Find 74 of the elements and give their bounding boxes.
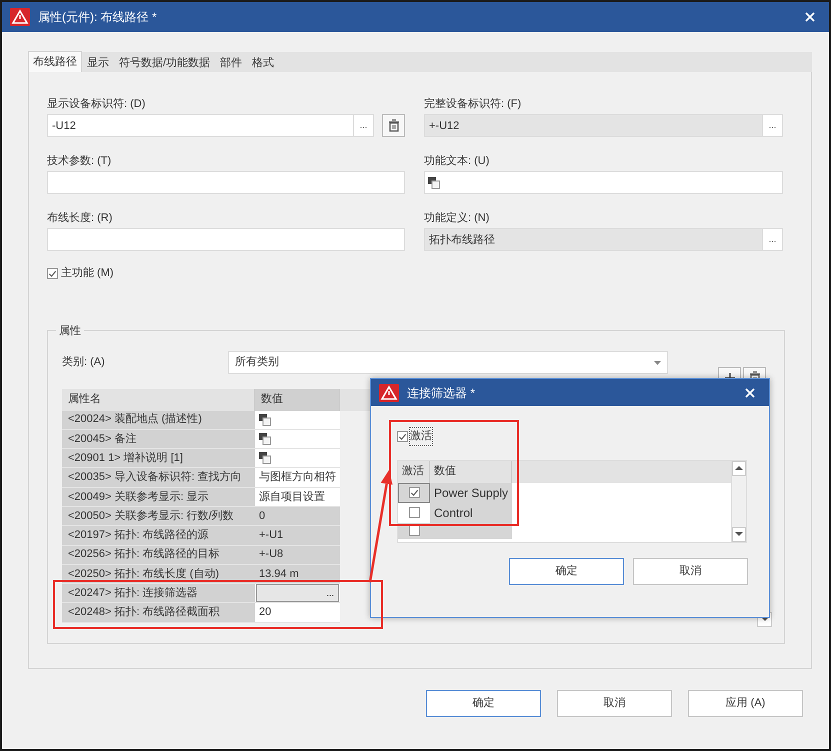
dialog-button[interactable]: 确定: [509, 558, 624, 584]
translate-icon: [259, 432, 271, 445]
down-arrow-icon: [735, 532, 743, 536]
tab[interactable]: 部件: [215, 53, 248, 72]
table-cell: <20901 1> 增补说明 [1]: [62, 449, 255, 468]
close-icon: [745, 388, 755, 398]
browse-button[interactable]: ...: [763, 228, 783, 251]
translate-icon: [428, 176, 440, 188]
table-cell: <20045> 备注: [62, 430, 255, 450]
warning-icon: [10, 8, 30, 26]
checkmark-icon: [398, 432, 407, 441]
input-field[interactable]: [424, 171, 783, 194]
checkbox[interactable]: [397, 430, 408, 442]
table-cell[interactable]: 与图框方向相符: [255, 468, 340, 488]
field-label: 显示设备标识符: (D): [47, 97, 146, 110]
table-cell: <20197> 拓扑: 布线路径的源: [62, 526, 255, 546]
field-label: 布线长度: (R): [47, 210, 114, 224]
checkbox[interactable]: [47, 268, 58, 279]
column-header[interactable]: 数值: [255, 388, 340, 410]
checkbox-label: 主功能 (M): [61, 266, 114, 281]
input-field[interactable]: -U12: [47, 114, 354, 137]
dialog-button[interactable]: 取消: [633, 558, 748, 584]
tab[interactable]: 布线路径: [28, 51, 82, 72]
translate-icon: [259, 452, 271, 464]
up-arrow-icon: [735, 466, 743, 470]
table-cell: +-U8: [255, 546, 340, 565]
browse-button[interactable]: ...: [763, 114, 783, 137]
close-icon: [805, 12, 815, 22]
field-label: 功能文本: (U): [424, 154, 490, 167]
table-cell: <20256> 拓扑: 布线路径的目标: [62, 546, 255, 565]
table-cell: <20035> 导入设备标识符: 查找方向: [62, 468, 255, 488]
trash-icon: [388, 119, 400, 132]
table-cell: Power Supply: [430, 482, 512, 502]
caret-icon: [654, 360, 661, 364]
checkbox-label: 激活: [410, 428, 432, 444]
checkbox[interactable]: [408, 487, 420, 498]
scrollbar[interactable]: [731, 460, 746, 542]
browse-button[interactable]: ...: [256, 584, 339, 602]
checkbox[interactable]: [408, 525, 420, 536]
table-cell: 0: [255, 506, 340, 526]
input-field[interactable]: +-U12: [424, 114, 763, 137]
checkmark-icon: [48, 268, 57, 278]
table-cell: Control: [430, 502, 512, 522]
table-cell[interactable]: [398, 482, 430, 502]
category-dropdown[interactable]: 所有类别: [228, 351, 668, 374]
warning-icon: [379, 384, 399, 402]
dialog-button[interactable]: 取消: [557, 690, 672, 717]
table-cell: <20247> 拓扑: 连接筛选器: [62, 584, 255, 604]
table-cell: <20248> 拓扑: 布线路径截面积: [62, 603, 255, 623]
dialog-button[interactable]: 应用 (A): [688, 690, 803, 717]
field-label: 技术参数: (T): [47, 154, 112, 167]
delete-button[interactable]: [382, 114, 405, 137]
translate-icon: [259, 414, 271, 426]
table-cell[interactable]: 20: [255, 603, 340, 623]
dialog-button[interactable]: 确定: [426, 690, 541, 717]
field-label: 完整设备标识符: (F): [424, 96, 522, 110]
checkmark-icon: [410, 488, 418, 497]
window-title: 属性(元件): 布线路径 *: [38, 9, 157, 26]
field-label: 功能定义: (N): [424, 210, 490, 224]
table-cell: <20050> 关联参考显示: 行数/列数: [62, 506, 255, 526]
window-title: 连接筛选器 *: [407, 384, 476, 402]
input-field[interactable]: 拓扑布线路径: [424, 228, 763, 251]
table-cell[interactable]: 源自项目设置: [255, 488, 340, 507]
table-cell: +-U1: [255, 526, 340, 546]
tab[interactable]: 格式: [247, 53, 280, 72]
table-cell: <20049> 关联参考显示: 显示: [62, 488, 255, 507]
input-field[interactable]: [47, 171, 405, 194]
input-field[interactable]: [47, 228, 405, 251]
tab[interactable]: 显示: [82, 53, 114, 72]
checkbox[interactable]: [408, 507, 420, 518]
tab[interactable]: 符号数据/功能数据: [114, 53, 216, 72]
field-label: 类别: (A): [62, 355, 106, 370]
table-cell: <20024> 装配地点 (描述性): [62, 410, 255, 430]
browse-button[interactable]: ...: [354, 114, 374, 137]
